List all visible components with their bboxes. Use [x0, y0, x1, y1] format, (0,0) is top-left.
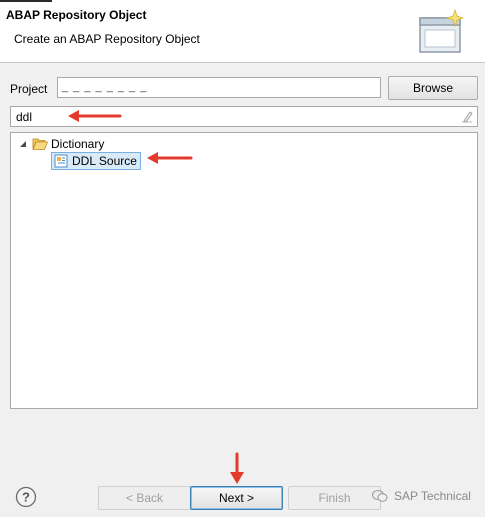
tree-item-label: Dictionary	[51, 137, 105, 151]
project-label: Project	[10, 82, 48, 96]
wizard-subtitle: Create an ABAP Repository Object	[14, 32, 200, 46]
tree-item-label: DDL Source	[72, 154, 137, 168]
expanded-triangle-icon[interactable]	[18, 139, 28, 149]
annotation-arrow-filter	[68, 110, 122, 122]
watermark-text: SAP Technical	[394, 489, 471, 503]
finish-button[interactable]: Finish	[288, 486, 381, 510]
eraser-icon[interactable]	[461, 110, 473, 123]
browse-button[interactable]: Browse	[388, 76, 478, 100]
folder-open-icon	[32, 138, 48, 150]
ddl-source-icon	[54, 154, 68, 168]
annotation-arrow-ddl	[147, 152, 193, 164]
object-type-tree[interactable]: Dictionary DDL Source	[10, 132, 478, 409]
project-field[interactable]: _ _ _ _ _ _ _ _	[57, 77, 381, 98]
watermark: SAP Technical	[372, 489, 471, 503]
back-button[interactable]: < Back	[98, 486, 191, 510]
wizard-window-sparkle-icon	[419, 8, 465, 53]
header-divider	[0, 0, 52, 2]
tree-item-ddl-source[interactable]: DDL Source	[51, 152, 141, 170]
wizard-title: ABAP Repository Object	[6, 8, 147, 22]
tree-item-dictionary[interactable]: Dictionary	[18, 137, 104, 151]
project-value: _ _ _ _ _ _ _ _	[62, 81, 148, 93]
annotation-arrow-next	[230, 452, 244, 484]
selected-tree-item[interactable]: DDL Source	[51, 152, 141, 170]
help-icon[interactable]: ?	[15, 486, 37, 508]
wizard-header: ABAP Repository Object Create an ABAP Re…	[0, 0, 485, 63]
chat-bubble-icon	[372, 490, 388, 502]
svg-text:?: ?	[22, 490, 30, 505]
search-value: ddl	[16, 110, 33, 124]
next-button[interactable]: Next >	[190, 486, 283, 510]
